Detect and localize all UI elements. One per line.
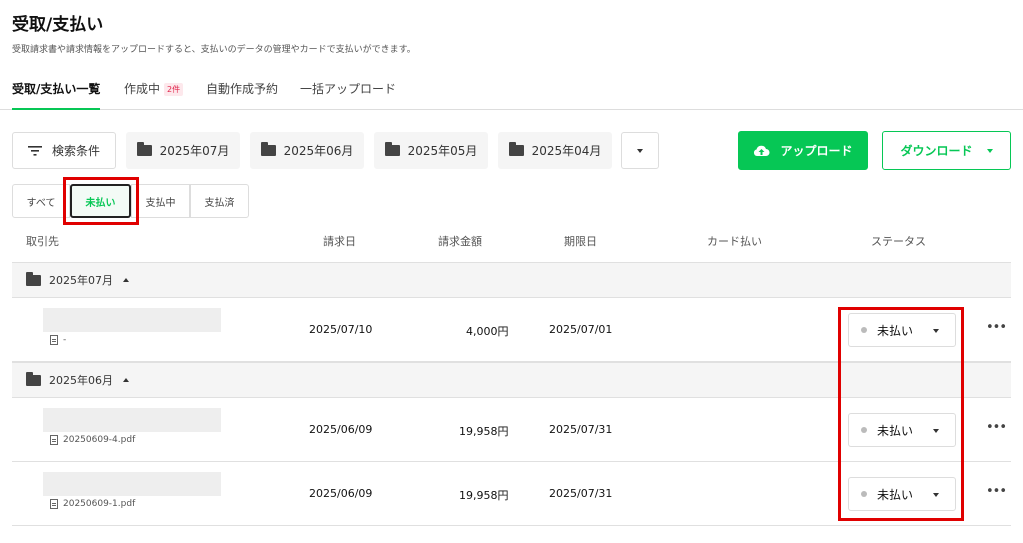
status-filter-all[interactable]: すべて xyxy=(12,184,70,218)
folder-icon xyxy=(26,371,41,386)
table-row[interactable]: 20250609-1.pdf 2025/06/09 19,958円 2025/0… xyxy=(12,462,1011,526)
status-dropdown[interactable]: 未払い xyxy=(848,477,956,511)
chevron-up-icon xyxy=(123,278,129,282)
document-icon xyxy=(50,499,58,509)
folder-icon xyxy=(260,142,276,156)
group-label: 2025年07月 xyxy=(49,274,113,287)
more-months-button[interactable] xyxy=(621,132,659,169)
attachment-filename: 20250609-1.pdf xyxy=(63,499,136,509)
attachment-link[interactable]: - xyxy=(50,335,66,345)
chevron-down-icon xyxy=(637,148,643,153)
status-filter-label: 支払済 xyxy=(204,197,235,209)
month-button-2[interactable]: 2025年06月 xyxy=(250,132,364,169)
chevron-down-icon xyxy=(933,429,939,433)
filter-button[interactable]: 検索条件 xyxy=(12,132,116,169)
status-label: 未払い xyxy=(877,487,914,502)
status-dropdown[interactable]: 未払い xyxy=(848,313,956,347)
download-button[interactable]: ダウンロード xyxy=(882,131,1011,170)
table-row[interactable]: - 2025/07/10 4,000円 2025/07/01 未払い ••• xyxy=(12,298,1011,362)
group-row-2025-06[interactable]: 2025年06月 xyxy=(12,362,1011,398)
chevron-up-icon xyxy=(123,378,129,382)
due-date-cell: 2025/07/31 xyxy=(549,423,613,436)
column-header-vendor: 取引先 xyxy=(26,235,59,248)
status-label: 未払い xyxy=(877,423,914,438)
tab-drafts[interactable]: 作成中 2件 xyxy=(124,80,184,110)
vendor-name-redacted xyxy=(43,408,221,432)
chevron-down-icon xyxy=(933,493,939,497)
status-filter-label: すべて xyxy=(26,197,56,209)
document-icon xyxy=(50,335,58,345)
amount-cell: 19,958円 xyxy=(459,489,509,502)
due-date-cell: 2025/07/31 xyxy=(549,487,613,500)
more-options-icon[interactable]: ••• xyxy=(986,484,1007,499)
invoice-date-cell: 2025/07/10 xyxy=(309,323,373,336)
month-button-4[interactable]: 2025年04月 xyxy=(498,132,612,169)
folder-icon xyxy=(384,142,400,156)
upload-button-label: アップロード xyxy=(780,144,853,158)
month-label: 2025年07月 xyxy=(159,144,230,158)
page-title: 受取/支払い xyxy=(12,15,104,35)
filter-icon xyxy=(27,145,42,156)
column-header-amount: 請求金額 xyxy=(438,235,482,248)
more-options-icon[interactable]: ••• xyxy=(986,320,1007,335)
tab-bulk-upload-label: 一括アップロード xyxy=(300,82,397,96)
tab-list-label: 受取/支払い一覧 xyxy=(12,82,101,96)
status-dropdown[interactable]: 未払い xyxy=(848,413,956,447)
tab-bulk-upload[interactable]: 一括アップロード xyxy=(300,80,396,110)
column-header-due-date: 期限日 xyxy=(564,235,597,248)
invoice-date-cell: 2025/06/09 xyxy=(309,487,373,500)
attachment-filename: 20250609-4.pdf xyxy=(63,435,136,445)
tab-auto-schedule[interactable]: 自動作成予約 xyxy=(206,80,278,110)
status-dot-icon xyxy=(861,327,867,333)
status-dot-icon xyxy=(861,427,867,433)
column-header-status: ステータス xyxy=(871,235,926,248)
folder-icon xyxy=(136,142,152,156)
vendor-name-redacted xyxy=(43,472,221,496)
vendor-name-redacted xyxy=(43,308,221,332)
download-button-label: ダウンロード xyxy=(900,144,973,158)
filter-button-label: 検索条件 xyxy=(51,144,100,158)
chevron-down-icon xyxy=(933,329,939,333)
due-date-cell: 2025/07/01 xyxy=(549,323,613,336)
table-row[interactable]: 20250609-4.pdf 2025/06/09 19,958円 2025/0… xyxy=(12,398,1011,462)
attachment-filename: - xyxy=(63,335,67,345)
status-dot-icon xyxy=(861,491,867,497)
drafts-count-badge: 2件 xyxy=(164,83,184,96)
column-header-invoice-date: 請求日 xyxy=(323,235,356,248)
attachment-link[interactable]: 20250609-1.pdf xyxy=(50,499,135,509)
tab-list[interactable]: 受取/支払い一覧 xyxy=(12,80,101,110)
page-description: 受取請求書や請求情報をアップロードすると、支払いのデータの管理やカードで支払いが… xyxy=(12,45,416,55)
amount-cell: 19,958円 xyxy=(459,425,509,438)
status-filter-paid[interactable]: 支払済 xyxy=(190,184,249,218)
status-filter-label: 支払中 xyxy=(145,197,176,209)
month-label: 2025年04月 xyxy=(531,144,602,158)
folder-icon xyxy=(26,271,41,286)
status-label: 未払い xyxy=(877,323,914,338)
month-button-1[interactable]: 2025年07月 xyxy=(126,132,240,169)
month-label: 2025年06月 xyxy=(283,144,354,158)
cloud-upload-icon xyxy=(754,145,770,156)
upload-button[interactable]: アップロード xyxy=(738,131,868,170)
invoice-date-cell: 2025/06/09 xyxy=(309,423,373,436)
status-filter-unpaid[interactable]: 未払い xyxy=(70,184,131,218)
status-filter-paying[interactable]: 支払中 xyxy=(131,184,190,218)
tab-bar: 受取/支払い一覧 作成中 2件 自動作成予約 一括アップロード xyxy=(0,74,1023,110)
column-header-card-payment: カード払い xyxy=(707,235,762,248)
tab-auto-schedule-label: 自動作成予約 xyxy=(206,82,279,96)
chevron-down-icon xyxy=(986,148,993,153)
tab-drafts-label: 作成中 xyxy=(124,82,161,96)
folder-icon xyxy=(508,142,524,156)
status-filter-label: 未払い xyxy=(85,197,116,209)
document-icon xyxy=(50,435,58,445)
group-label: 2025年06月 xyxy=(49,374,113,387)
more-options-icon[interactable]: ••• xyxy=(986,420,1007,435)
month-label: 2025年05月 xyxy=(407,144,478,158)
amount-cell: 4,000円 xyxy=(466,325,509,338)
attachment-link[interactable]: 20250609-4.pdf xyxy=(50,435,135,445)
group-row-2025-07[interactable]: 2025年07月 xyxy=(12,262,1011,298)
month-button-3[interactable]: 2025年05月 xyxy=(374,132,488,169)
